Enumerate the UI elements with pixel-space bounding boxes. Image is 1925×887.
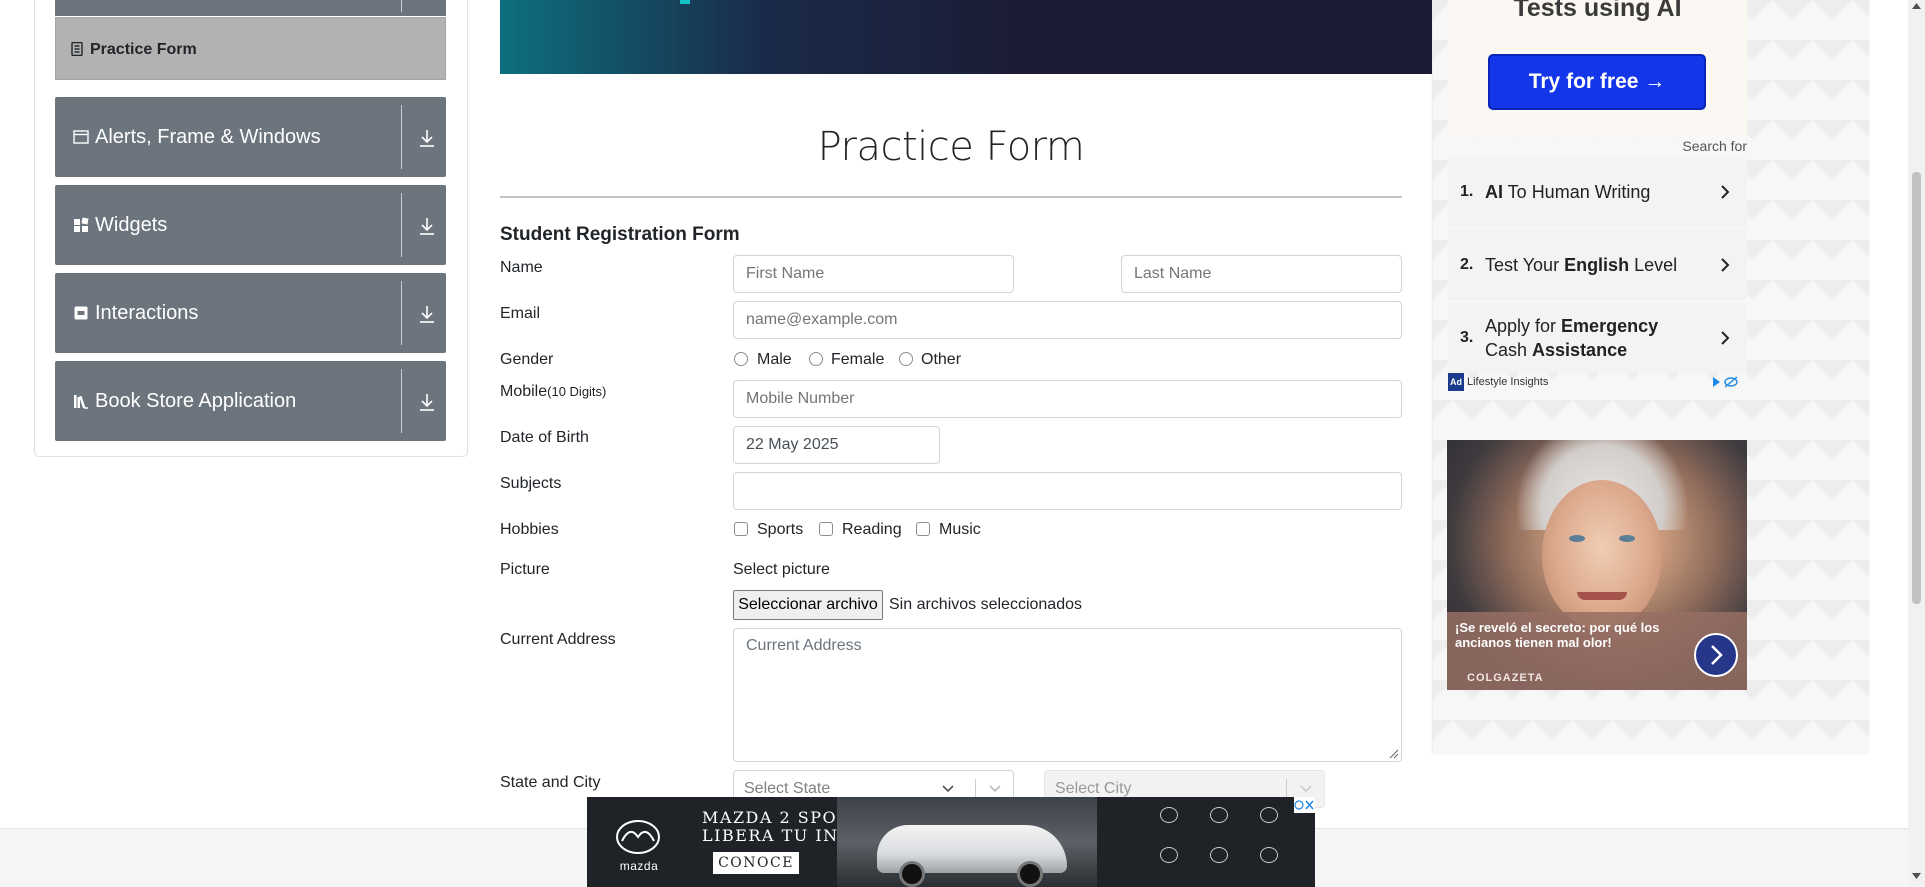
state-city-label: State and City: [500, 774, 601, 791]
photo-ad-caption: ¡Se reveló el secreto: por qué los ancia…: [1455, 620, 1660, 650]
hobby-sports-label[interactable]: Sports: [757, 521, 803, 539]
download-arrow-icon[interactable]: [418, 301, 436, 325]
search-suggestion-3[interactable]: 3. Apply for Emergency Cash Assistance: [1448, 303, 1747, 373]
state-select-placeholder: Select State: [744, 780, 831, 797]
window-icon: [73, 130, 89, 144]
download-arrow-icon[interactable]: [418, 389, 436, 413]
scroll-up-icon[interactable]: [1912, 3, 1921, 9]
ad-choices-icon[interactable]: [1711, 376, 1739, 388]
gender-male-radio[interactable]: [734, 352, 748, 366]
mobile-label: Mobile(10 Digits): [500, 383, 606, 401]
photo-ad-brand: COLGAZETA: [1467, 672, 1544, 684]
chevron-down-icon: [989, 785, 1001, 793]
dob-label: Date of Birth: [500, 429, 589, 446]
search-suggestion-text: Apply for Emergency Cash Assistance: [1485, 316, 1659, 360]
mazda-banner-ad[interactable]: mazda MAZDA 2 SPORT LIBERA TU INSTINTO C…: [587, 797, 1315, 887]
gender-label: Gender: [500, 351, 554, 368]
city-select-placeholder: Select City: [1055, 780, 1132, 797]
current-address-label: Current Address: [500, 631, 616, 648]
picture-label: Picture: [500, 561, 550, 578]
form-heading: Student Registration Form: [500, 224, 740, 245]
ad-source-label: Lifestyle Insights: [1467, 376, 1549, 388]
books-icon: [74, 395, 88, 409]
sidebar-group-label: Alerts, Frame & Windows: [95, 126, 321, 148]
search-suggestion-number: 3.: [1460, 329, 1474, 346]
scroll-down-icon[interactable]: [1912, 873, 1921, 879]
choose-file-button[interactable]: Seleccionar archivo: [733, 590, 883, 620]
sidebar-group-widgets[interactable]: Widgets: [55, 185, 446, 265]
page-scrollbar[interactable]: [1908, 0, 1925, 887]
last-name-input[interactable]: [1121, 255, 1402, 293]
resize-grip-icon[interactable]: [1389, 749, 1399, 759]
hobby-reading-checkbox[interactable]: [819, 522, 833, 536]
chevron-down-icon: [942, 785, 954, 793]
sidebar-group-alerts-frame-windows[interactable]: Alerts, Frame & Windows: [55, 97, 446, 177]
gender-male-label[interactable]: Male: [757, 351, 792, 369]
email-label: Email: [500, 305, 541, 322]
file-status-text: Sin archivos seleccionados: [889, 596, 1082, 613]
sidebar-group-label: Widgets: [95, 214, 168, 236]
subjects-input[interactable]: [733, 472, 1402, 510]
mobile-hint: (10 Digits): [547, 384, 607, 399]
mobile-label-text: Mobile: [500, 383, 548, 400]
scroll-thumb[interactable]: [1912, 172, 1921, 604]
sidebar-group-interactions[interactable]: Interactions: [55, 273, 446, 353]
date-of-birth-input[interactable]: 22 May 2025: [733, 426, 940, 464]
page-title: Practice Form: [817, 124, 1085, 170]
sidebar-group-label: Book Store Application: [95, 390, 297, 412]
top-banner: [500, 0, 1432, 74]
hobbies-label: Hobbies: [500, 521, 559, 538]
mazda-cta-button[interactable]: CONOCE MÁS: [713, 852, 799, 887]
gender-female-label[interactable]: Female: [831, 351, 884, 369]
search-suggestion-text: Test Your English Level: [1485, 255, 1678, 275]
arrow-right-icon[interactable]: [1694, 633, 1738, 677]
address-placeholder: Current Address: [746, 637, 862, 654]
mazda-brand-text: mazda: [619, 859, 659, 873]
mazda-logo-icon: [616, 820, 660, 854]
hobby-reading-label[interactable]: Reading: [842, 521, 902, 539]
try-for-free-button[interactable]: Try for free →: [1488, 54, 1706, 110]
gender-other-label[interactable]: Other: [921, 351, 961, 369]
sidebar-group-label: Interactions: [95, 302, 199, 324]
hobby-sports-checkbox[interactable]: [734, 522, 748, 536]
mazda-feature-icons: [1147, 803, 1307, 883]
email-input[interactable]: [733, 301, 1402, 339]
gender-other-radio[interactable]: [899, 352, 913, 366]
search-suggestion-text: AI To Human Writing: [1485, 182, 1651, 202]
chevron-down-icon: [1300, 785, 1312, 793]
sidebar-item-label: Practice Form: [90, 41, 197, 58]
name-label: Name: [500, 259, 543, 276]
subjects-label: Subjects: [500, 475, 562, 492]
mobile-input[interactable]: [733, 380, 1402, 418]
ad-close-icon[interactable]: [1294, 797, 1315, 813]
current-address-textarea[interactable]: Current Address: [733, 628, 1402, 762]
search-for-label: Search for: [1682, 138, 1747, 154]
form-icon: [71, 42, 83, 56]
hobby-music-label[interactable]: Music: [939, 521, 981, 539]
ad-badge: Ad: [1448, 373, 1464, 391]
search-suggestion-number: 2.: [1460, 256, 1474, 273]
photo-ad[interactable]: ¡Se reveló el secreto: por qué los ancia…: [1447, 440, 1747, 690]
widgets-icon: [74, 217, 89, 232]
download-arrow-icon[interactable]: [418, 213, 436, 237]
interactions-icon: [74, 306, 88, 320]
ad-top-text: Tests using AI: [1513, 0, 1682, 22]
search-suggestion-1[interactable]: 1. AI To Human Writing: [1448, 157, 1747, 227]
search-suggestion-number: 1.: [1460, 183, 1474, 200]
sidebar-item-practice-form[interactable]: Practice Form: [55, 17, 446, 80]
title-divider: [500, 196, 1402, 198]
chevron-right-icon: [1721, 331, 1730, 345]
gender-female-radio[interactable]: [809, 352, 823, 366]
chevron-right-icon: [1721, 258, 1730, 272]
ad-attribution: Ad Lifestyle Insights: [1448, 373, 1747, 391]
select-picture-label: Select picture: [733, 561, 830, 578]
download-arrow-icon[interactable]: [418, 125, 436, 149]
chevron-right-icon: [1721, 185, 1730, 199]
sidebar-group-forms[interactable]: [55, 0, 446, 16]
search-suggestion-2[interactable]: 2. Test Your English Level: [1448, 230, 1747, 300]
car-image: [837, 797, 1097, 887]
sidebar-group-book-store[interactable]: Book Store Application: [55, 361, 446, 441]
hobby-music-checkbox[interactable]: [916, 522, 930, 536]
first-name-input[interactable]: [733, 255, 1014, 293]
